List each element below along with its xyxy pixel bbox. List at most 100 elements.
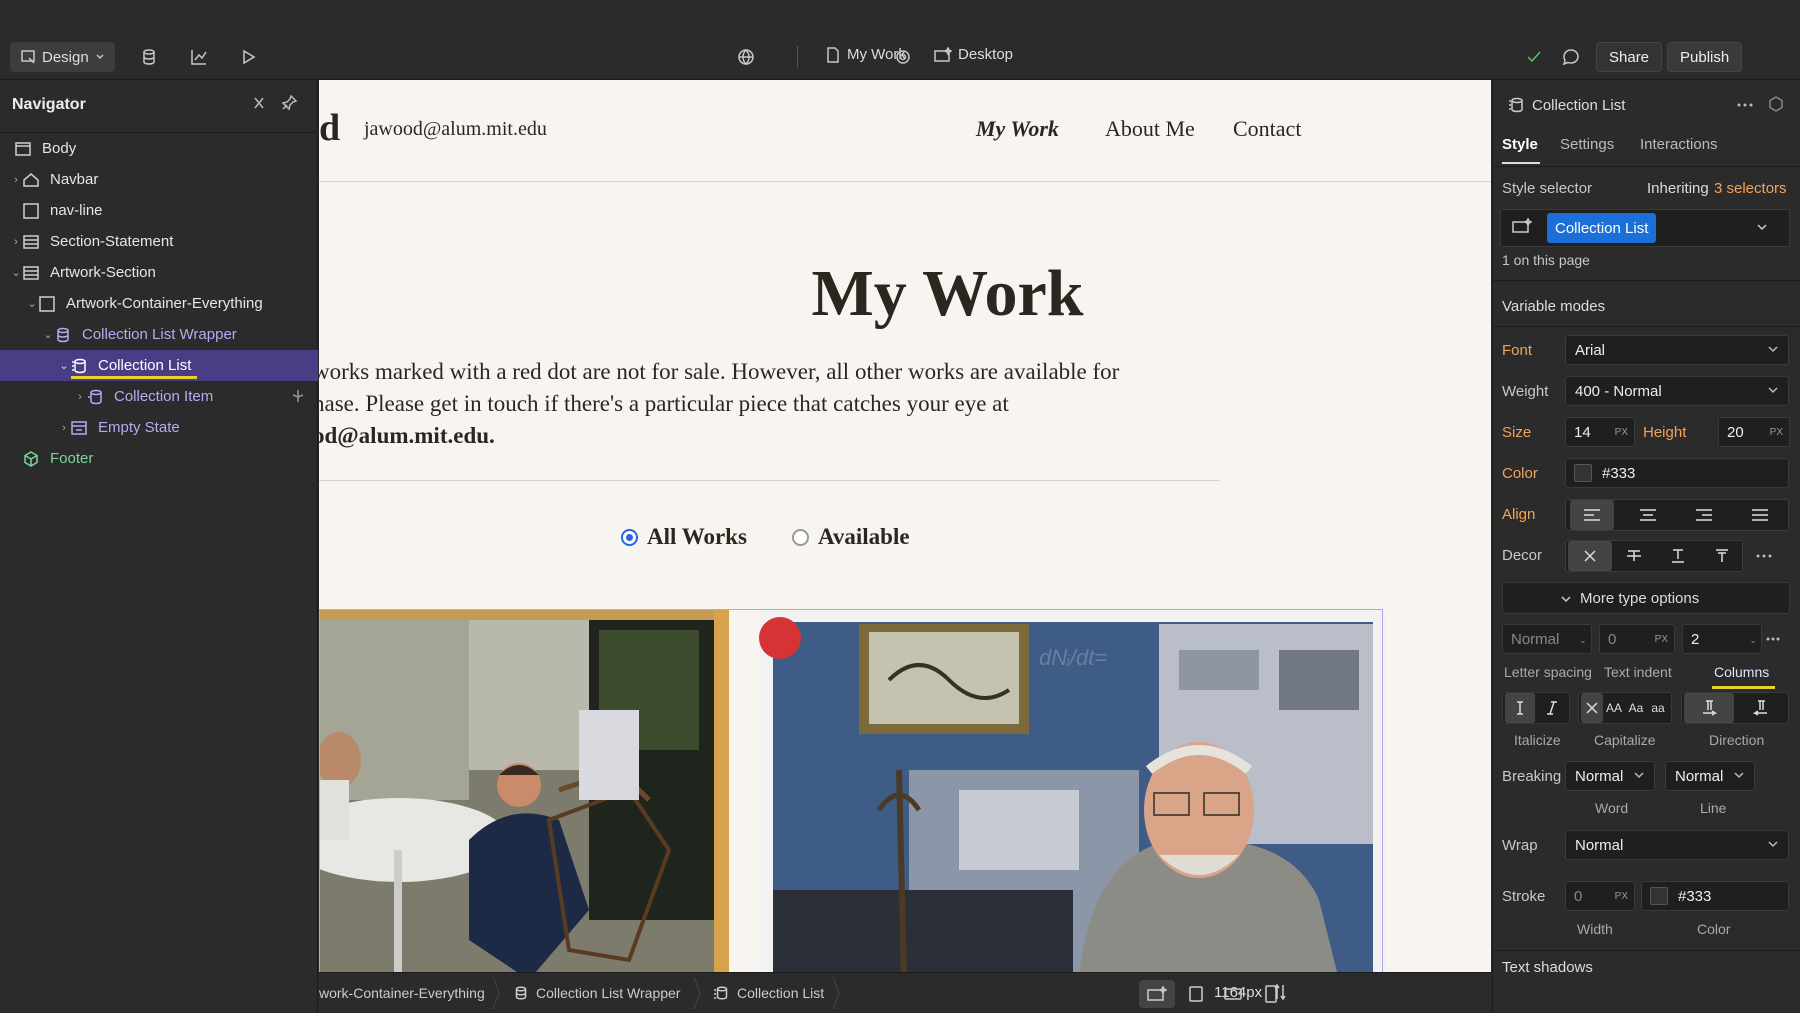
chevron-down-icon[interactable]: ⌄ bbox=[42, 328, 54, 341]
chevron-right-icon[interactable]: › bbox=[10, 174, 22, 186]
selector-chip[interactable]: Collection List bbox=[1547, 213, 1657, 243]
tree-item-body[interactable]: Body bbox=[0, 133, 318, 164]
tree-item-empty-state[interactable]: › Empty State bbox=[0, 412, 318, 443]
tree-item-artwork-container[interactable]: ⌄ Artwork-Container-Everything bbox=[0, 288, 318, 319]
add-icon[interactable] bbox=[1768, 298, 1784, 314]
component-create-icon[interactable] bbox=[1768, 96, 1784, 112]
add-icon[interactable] bbox=[1768, 960, 1784, 976]
tree-item-footer[interactable]: Footer bbox=[0, 443, 318, 474]
align-center-button[interactable] bbox=[1626, 500, 1670, 530]
chevron-down-icon[interactable]: ⌄ bbox=[10, 266, 22, 279]
capitalize-none-button[interactable] bbox=[1581, 693, 1603, 723]
direction-rtl-button[interactable] bbox=[1736, 693, 1786, 723]
white-space-select[interactable]: Normal bbox=[1565, 830, 1789, 860]
locale-button[interactable] bbox=[734, 45, 758, 69]
site-nav-about-me[interactable]: About Me bbox=[1105, 116, 1195, 142]
align-justify-button[interactable] bbox=[1738, 500, 1782, 530]
font-weight-select[interactable]: 400 - Normal bbox=[1565, 376, 1789, 406]
direction-ltr-button[interactable] bbox=[1684, 693, 1734, 723]
preview-button[interactable] bbox=[236, 45, 260, 69]
tab-settings[interactable]: Settings bbox=[1560, 136, 1614, 153]
tablet-icon bbox=[1189, 986, 1203, 1002]
site-email[interactable]: jawood@alum.mit.edu bbox=[364, 118, 547, 141]
breadcrumb-artwork-container[interactable]: work-Container-Everything bbox=[319, 985, 485, 1001]
text-indent-input[interactable]: 0 PX bbox=[1599, 624, 1675, 654]
color-swatch[interactable] bbox=[1574, 464, 1592, 482]
design-canvas[interactable]: d jawood@alum.mit.edu My Work About Me C… bbox=[319, 80, 1491, 972]
analytics-button[interactable] bbox=[187, 45, 211, 69]
tree-item-artwork-section[interactable]: ⌄ Artwork-Section bbox=[0, 257, 318, 288]
overline-button[interactable] bbox=[1700, 541, 1744, 571]
unit-label[interactable]: PX bbox=[1655, 634, 1668, 645]
filter-all-works[interactable]: All Works bbox=[621, 524, 747, 550]
align-right-button[interactable] bbox=[1682, 500, 1726, 530]
tab-interactions[interactable]: Interactions bbox=[1640, 136, 1718, 153]
pin-icon[interactable] bbox=[280, 94, 298, 112]
comments-button[interactable] bbox=[1559, 45, 1583, 69]
word-break-select[interactable]: Normal bbox=[1565, 761, 1655, 791]
capitalize-button[interactable]: Aa bbox=[1625, 693, 1647, 723]
tree-item-collection-item[interactable]: › Collection Item bbox=[0, 381, 318, 412]
line-break-select[interactable]: Normal bbox=[1665, 761, 1755, 791]
chevron-right-icon[interactable]: › bbox=[58, 422, 70, 434]
share-button[interactable]: Share bbox=[1596, 42, 1663, 72]
element-box-icon bbox=[14, 141, 32, 157]
site-nav-my-work[interactable]: My Work bbox=[976, 116, 1059, 142]
breakpoint-tablet[interactable] bbox=[1178, 980, 1214, 1008]
chevron-right-icon[interactable]: › bbox=[74, 391, 86, 403]
strikethrough-button[interactable] bbox=[1612, 541, 1656, 571]
filter-available[interactable]: Available bbox=[792, 524, 910, 550]
chevron-down-icon[interactable] bbox=[1756, 222, 1768, 232]
site-nav-contact[interactable]: Contact bbox=[1233, 116, 1301, 142]
underline-button[interactable] bbox=[1656, 541, 1700, 571]
close-icon[interactable] bbox=[250, 94, 268, 112]
tree-item-section-statement[interactable]: › Section-Statement bbox=[0, 226, 318, 257]
text-color-input[interactable]: #333 bbox=[1565, 458, 1789, 488]
publish-button[interactable]: Publish bbox=[1667, 42, 1743, 72]
font-size-input[interactable]: 14 PX bbox=[1565, 417, 1635, 447]
columns-input[interactable]: 2 - bbox=[1682, 624, 1762, 654]
more-options-icon[interactable] bbox=[1756, 554, 1772, 558]
unit-label[interactable]: - bbox=[1581, 634, 1585, 648]
uppercase-button[interactable]: AA bbox=[1603, 693, 1625, 723]
radio-selected-icon[interactable] bbox=[621, 528, 638, 546]
italic-off-button[interactable] bbox=[1505, 693, 1535, 723]
font-size-value: 14 bbox=[1574, 423, 1591, 441]
page-settings-button[interactable] bbox=[891, 45, 915, 69]
stroke-color-input[interactable]: #333 bbox=[1641, 881, 1789, 911]
stroke-width-input[interactable]: 0 PX bbox=[1565, 881, 1635, 911]
breakpoint-mobile-landscape[interactable] bbox=[1215, 980, 1251, 1008]
tree-item-nav-line[interactable]: nav-line bbox=[0, 195, 318, 226]
font-family-select[interactable]: Arial bbox=[1565, 335, 1789, 365]
chevron-right-icon[interactable]: › bbox=[10, 236, 22, 248]
breadcrumb-collection-list[interactable]: Collection List bbox=[713, 985, 824, 1001]
breakpoint-selector[interactable]: Desktop bbox=[934, 46, 1013, 63]
unit-label[interactable]: PX bbox=[1615, 427, 1628, 438]
inheriting-selectors-link[interactable]: 3 selectors bbox=[1714, 180, 1787, 197]
breadcrumb-collection-list-wrapper[interactable]: Collection List Wrapper bbox=[514, 985, 680, 1001]
italic-on-button[interactable] bbox=[1537, 693, 1567, 723]
breakpoint-desktop[interactable] bbox=[1139, 980, 1175, 1008]
chevron-down-icon[interactable]: ⌄ bbox=[58, 359, 70, 372]
more-options-icon[interactable] bbox=[1766, 637, 1780, 641]
line-height-input[interactable]: 20 PX bbox=[1718, 417, 1790, 447]
more-options-icon[interactable] bbox=[1737, 103, 1753, 107]
breakpoint-mobile-portrait[interactable] bbox=[1253, 980, 1289, 1008]
decoration-none-button[interactable] bbox=[1568, 541, 1612, 571]
site-logo[interactable]: d bbox=[319, 106, 340, 150]
align-left-button[interactable] bbox=[1570, 500, 1614, 530]
chevron-down-icon[interactable]: ⌄ bbox=[26, 297, 38, 310]
cms-button[interactable] bbox=[137, 45, 161, 69]
unit-label[interactable]: PX bbox=[1770, 427, 1783, 438]
radio-icon[interactable] bbox=[792, 528, 809, 546]
tree-item-collection-list-wrapper[interactable]: ⌄ Collection List Wrapper bbox=[0, 319, 318, 350]
lowercase-button[interactable]: aa bbox=[1647, 693, 1669, 723]
unit-label[interactable]: PX bbox=[1615, 891, 1628, 902]
tree-item-navbar[interactable]: › Navbar bbox=[0, 164, 318, 195]
tab-style[interactable]: Style bbox=[1502, 136, 1538, 153]
letter-spacing-input[interactable]: Normal - bbox=[1502, 624, 1592, 654]
statement-email[interactable]: od@alum.mit.edu. bbox=[319, 420, 1213, 452]
color-swatch[interactable] bbox=[1650, 887, 1668, 905]
design-mode-button[interactable]: Design bbox=[10, 42, 115, 72]
unit-label[interactable]: - bbox=[1751, 634, 1755, 648]
